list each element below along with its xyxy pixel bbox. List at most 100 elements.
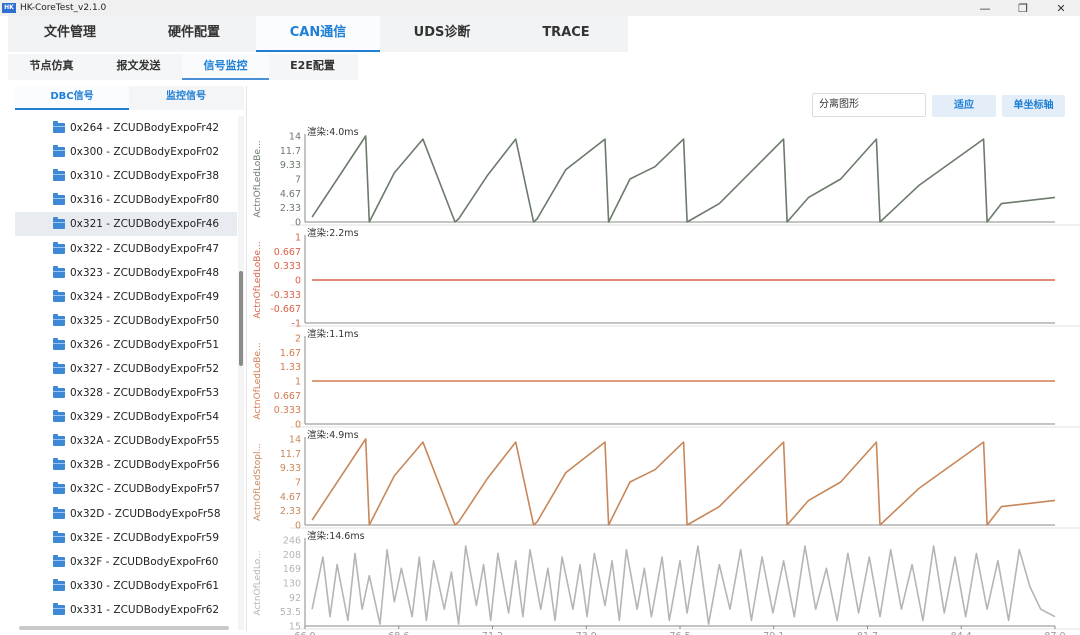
message-list-item[interactable]: 0x310 - ZCUDBodyExpoFr38	[15, 164, 237, 188]
y-tick-label: 0	[295, 218, 301, 229]
message-list-item[interactable]: 0x32E - ZCUDBodyExpoFr59	[15, 526, 237, 550]
message-list-item[interactable]: 0x32D - ZCUDBodyExpoFr58	[15, 502, 237, 526]
y-tick-label: 9.33	[280, 160, 301, 171]
y-tick-label: 0	[295, 420, 301, 431]
message-label: 0x32E - ZCUDBodyExpoFr59	[70, 531, 220, 544]
message-list-item[interactable]: 0x322 - ZCUDBodyExpoFr47	[15, 236, 237, 260]
tab-message-send[interactable]: 报文发送	[95, 54, 182, 80]
close-icon[interactable]: ✕	[1042, 0, 1080, 16]
single-axis-button[interactable]: 单坐标轴	[1002, 95, 1065, 117]
signal-plots-svg[interactable]: 0 2.33 4.67 7 9.33 11.7 14 ActnOfLedLoBe... 渲染:4…	[250, 120, 1080, 635]
folder-icon	[53, 121, 65, 134]
message-list-item[interactable]: 0x300 - ZCUDBodyExpoFr02	[15, 140, 237, 164]
y-tick-label: 53.5	[280, 607, 301, 618]
maximize-icon[interactable]: ❐	[1004, 0, 1042, 16]
message-label: 0x330 - ZCUDBodyExpoFr61	[70, 579, 220, 592]
tab-node-simulation[interactable]: 节点仿真	[8, 54, 95, 80]
message-list-item[interactable]: 0x324 - ZCUDBodyExpoFr49	[15, 285, 237, 309]
message-label: 0x331 - ZCUDBodyExpoFr62	[70, 603, 220, 616]
folder-icon	[53, 434, 65, 447]
message-list-item[interactable]: 0x329 - ZCUDBodyExpoFr54	[15, 405, 237, 429]
render-time-label: 渲染:4.9ms	[307, 429, 359, 441]
message-label: 0x326 - ZCUDBodyExpoFr51	[70, 338, 220, 351]
y-tick-label: -0.667	[270, 304, 301, 315]
y-axis-label: ActnOfLedLo...	[253, 550, 263, 615]
folder-icon	[53, 193, 65, 206]
minimize-icon[interactable]: —	[966, 0, 1004, 16]
title-bar: HK HK-CoreTest_v2.1.0 — ❐ ✕	[0, 0, 1080, 16]
y-tick-label: 2.33	[280, 203, 301, 214]
y-tick-label: 14	[289, 435, 301, 446]
app-logo-icon: HK	[2, 3, 16, 13]
y-tick-label: 0.667	[274, 247, 301, 258]
fit-button[interactable]: 适应	[932, 95, 996, 117]
panel-divider[interactable]	[246, 86, 247, 631]
tab-signal-monitor[interactable]: 信号监控	[182, 54, 269, 80]
tab-uds-diagnosis[interactable]: UDS诊断	[380, 16, 504, 52]
y-tick-label: 0.333	[274, 261, 301, 272]
horizontal-scrollbar[interactable]	[19, 626, 229, 630]
message-label: 0x32F - ZCUDBodyExpoFr60	[70, 555, 219, 568]
message-label: 0x329 - ZCUDBodyExpoFr54	[70, 411, 220, 424]
signal-series-line	[311, 438, 1056, 526]
folder-icon	[53, 145, 65, 158]
message-list-item[interactable]: 0x331 - ZCUDBodyExpoFr62	[15, 598, 237, 622]
message-label: 0x316 - ZCUDBodyExpoFr80	[70, 194, 220, 207]
message-list-item[interactable]: 0x32F - ZCUDBodyExpoFr60	[15, 550, 237, 574]
scrollbar-thumb[interactable]	[239, 271, 243, 366]
tab-hardware-config[interactable]: 硬件配置	[132, 16, 256, 52]
x-tick-label: 81.7	[857, 631, 878, 635]
render-time-label: 渲染:1.1ms	[307, 328, 359, 340]
signal-plot-area[interactable]: 0 2.33 4.67 7 9.33 11.7 14 ActnOfLedLoBe... 渲染:4…	[250, 120, 1080, 635]
y-tick-label: 0	[295, 521, 301, 532]
x-tick-label: 79.1	[763, 631, 784, 635]
y-tick-label: 0.333	[274, 405, 301, 416]
y-tick-label: 11.7	[280, 449, 301, 460]
tab-monitored-signals[interactable]: 监控信号	[129, 86, 243, 110]
y-tick-label: 7	[295, 478, 301, 489]
tab-can-comm[interactable]: CAN通信	[256, 16, 380, 52]
folder-icon	[53, 602, 65, 615]
message-list-item[interactable]: 0x321 - ZCUDBodyExpoFr46	[15, 212, 237, 237]
x-tick-label: 76.5	[669, 631, 690, 635]
message-label: 0x322 - ZCUDBodyExpoFr47	[70, 242, 220, 255]
y-tick-label: -1	[292, 319, 301, 330]
message-label: 0x321 - ZCUDBodyExpoFr46	[70, 218, 220, 231]
message-list-item[interactable]: 0x325 - ZCUDBodyExpoFr50	[15, 309, 237, 333]
message-list-item[interactable]: 0x32A - ZCUDBodyExpoFr55	[15, 429, 237, 453]
folder-icon	[53, 458, 65, 471]
folder-icon	[53, 506, 65, 519]
signal-tree-panel: DBC信号 监控信号 0x264 - ZCUDBodyExpoFr42 0x300…	[15, 86, 244, 630]
message-label: 0x32D - ZCUDBodyExpoFr58	[70, 507, 221, 520]
message-list-item[interactable]: 0x323 - ZCUDBodyExpoFr48	[15, 261, 237, 285]
message-list-item[interactable]: 0x328 - ZCUDBodyExpoFr53	[15, 381, 237, 405]
y-tick-label: 7	[295, 175, 301, 186]
message-list-item[interactable]: 0x264 - ZCUDBodyExpoFr42	[15, 116, 237, 140]
y-tick-label: 169	[283, 564, 301, 575]
tab-e2e-config[interactable]: E2E配置	[269, 54, 356, 80]
main-tab-bar: 文件管理 硬件配置 CAN通信 UDS诊断 TRACE	[8, 16, 628, 52]
message-label: 0x32C - ZCUDBodyExpoFr57	[70, 483, 220, 496]
folder-icon	[53, 169, 65, 182]
y-tick-label: -0.333	[270, 290, 301, 301]
folder-icon	[53, 410, 65, 423]
tab-dbc-signals[interactable]: DBC信号	[15, 86, 129, 110]
layout-mode-select[interactable]: 分离图形	[812, 93, 926, 117]
x-tick-label: 68.6	[388, 631, 409, 635]
window-controls: — ❐ ✕	[966, 0, 1080, 16]
message-list-item[interactable]: 0x316 - ZCUDBodyExpoFr80	[15, 188, 237, 212]
y-tick-label: 2.33	[280, 506, 301, 517]
x-tick-label: 87.0	[1044, 631, 1065, 635]
folder-icon	[53, 217, 65, 230]
folder-icon	[53, 554, 65, 567]
message-list-item[interactable]: 0x32C - ZCUDBodyExpoFr57	[15, 477, 237, 501]
message-list-item[interactable]: 0x327 - ZCUDBodyExpoFr52	[15, 357, 237, 381]
tab-trace[interactable]: TRACE	[504, 16, 628, 52]
y-tick-label: 0.667	[274, 391, 301, 402]
tab-file-management[interactable]: 文件管理	[8, 16, 132, 52]
message-list-item[interactable]: 0x32B - ZCUDBodyExpoFr56	[15, 453, 237, 477]
message-list-item[interactable]: 0x326 - ZCUDBodyExpoFr51	[15, 333, 237, 357]
vertical-scrollbar[interactable]	[238, 116, 244, 630]
y-tick-label: 0	[295, 276, 301, 287]
message-list-item[interactable]: 0x330 - ZCUDBodyExpoFr61	[15, 574, 237, 598]
